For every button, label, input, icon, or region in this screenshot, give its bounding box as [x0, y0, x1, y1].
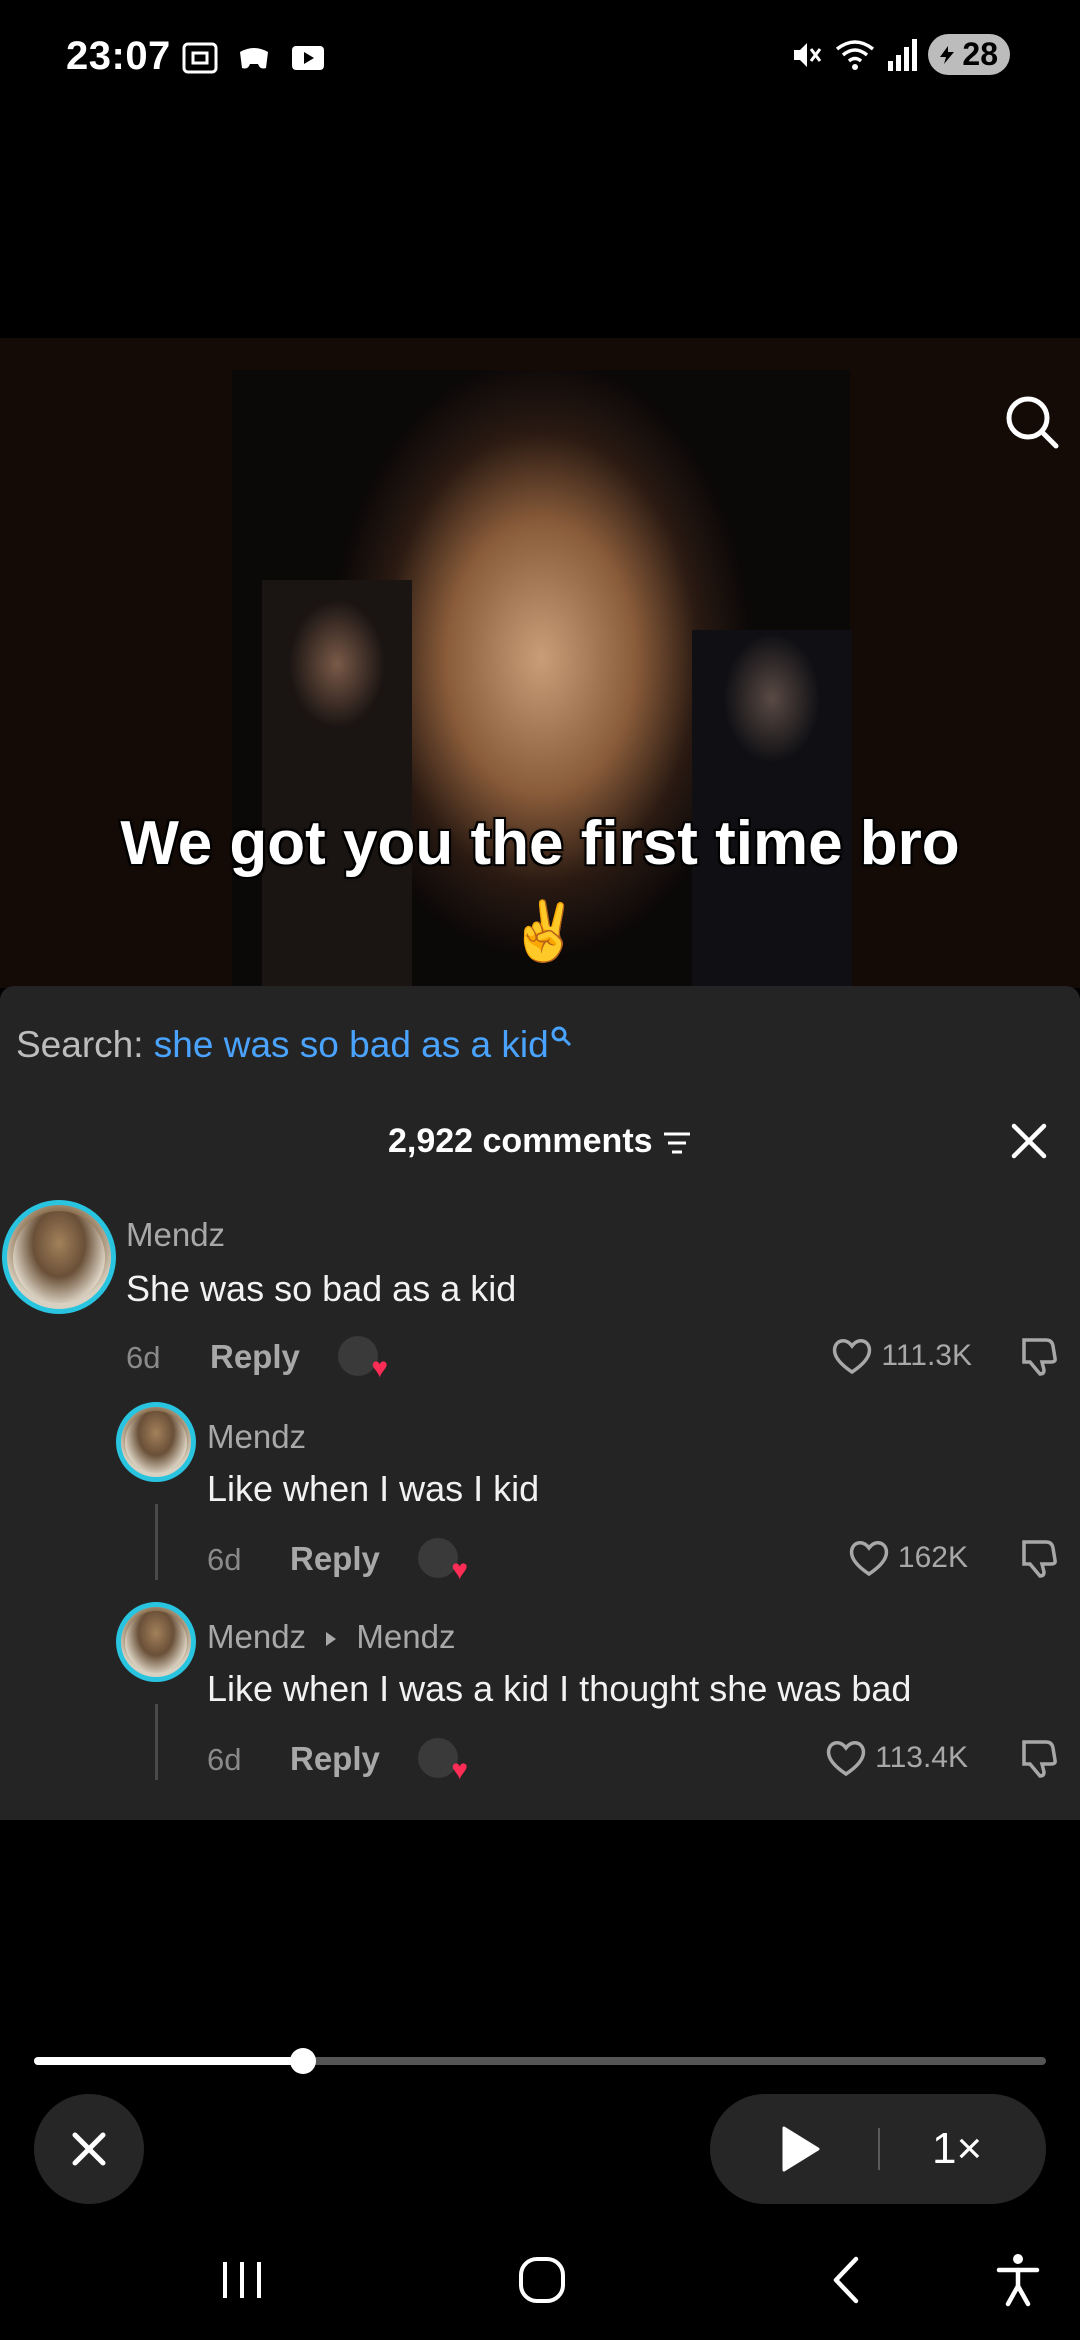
battery-icon: 28: [928, 34, 1010, 75]
mute-icon: [794, 42, 822, 67]
like-button[interactable]: 113.4K: [825, 1738, 968, 1778]
sort-icon[interactable]: [662, 1130, 692, 1156]
status-time: 23:07: [66, 34, 171, 78]
comment-text: Like when I was a kid I thought she was …: [207, 1668, 912, 1709]
reply-button[interactable]: Reply: [290, 1540, 380, 1578]
playback-progress: [34, 2057, 304, 2065]
creator-liked-avatar: [338, 1336, 388, 1384]
recents-icon: [223, 2262, 261, 2298]
video-figure-left: [262, 580, 412, 988]
playback-controls: 1×: [710, 2094, 1046, 2204]
search-icon[interactable]: [1002, 392, 1062, 452]
comment-username[interactable]: Mendz: [126, 1216, 225, 1254]
thread-line: [155, 1504, 158, 1580]
thread-line: [155, 1704, 158, 1780]
signal-icon: [888, 38, 918, 71]
accessibility-icon: [996, 2254, 1040, 2307]
comment-username[interactable]: Mendz: [207, 1618, 306, 1655]
creator-liked-avatar: [418, 1738, 468, 1786]
home-icon: [519, 2257, 565, 2303]
search-small-icon: [551, 1026, 571, 1047]
home-button[interactable]: [502, 2240, 582, 2320]
divider: [878, 2128, 880, 2170]
scrubber-handle[interactable]: [290, 2048, 317, 2074]
reply-item: Mendz Like when I was I kid 6d Reply 162…: [0, 1402, 1080, 1602]
heart-icon: [833, 1339, 872, 1375]
status-bar: 23:07 28: [0, 0, 1080, 120]
reply-button[interactable]: Reply: [290, 1740, 380, 1778]
comment-age: 6d: [207, 1742, 242, 1777]
comment-username[interactable]: Mendz: [207, 1418, 306, 1456]
comments-header[interactable]: 2,922 comments: [0, 1122, 1080, 1161]
dislike-icon[interactable]: [1016, 1536, 1060, 1580]
search-query[interactable]: she was so bad as a kid: [154, 1024, 549, 1065]
avatar[interactable]: [116, 1602, 196, 1682]
like-count: 113.4K: [875, 1741, 968, 1774]
like-count: 162K: [897, 1541, 968, 1574]
screenshot-icon: [182, 42, 218, 74]
wifi-icon: [836, 39, 875, 70]
reply-to-username[interactable]: Mendz: [356, 1618, 455, 1655]
reply-item: Mendz Mendz Like when I was a kid I thou…: [0, 1602, 1080, 1802]
close-icon: [72, 2132, 106, 2166]
playback-scrubber[interactable]: [34, 2048, 1046, 2074]
avatar[interactable]: [2, 1200, 116, 1314]
game-icon: [240, 48, 268, 69]
heart-icon: [826, 1741, 866, 1777]
comment-text: She was so bad as a kid: [126, 1268, 517, 1309]
like-button[interactable]: 162K: [848, 1538, 968, 1578]
status-left-icons: [180, 38, 328, 78]
accessibility-button[interactable]: [978, 2240, 1058, 2320]
like-count: 111.3K: [881, 1339, 972, 1372]
close-comments-icon[interactable]: [1006, 1118, 1052, 1164]
dislike-icon[interactable]: [1016, 1334, 1060, 1378]
like-button[interactable]: 111.3K: [831, 1336, 972, 1376]
playback-speed-button[interactable]: 1×: [932, 2124, 982, 2174]
comment-username-row: Mendz Mendz: [207, 1618, 455, 1656]
avatar[interactable]: [116, 1402, 196, 1482]
caption-emoji: ✌️: [508, 899, 581, 964]
video-caption: We got you the first time bro: [120, 809, 960, 878]
search-suggestion[interactable]: Search: she was so bad as a kid: [16, 1024, 573, 1066]
status-right-icons: 28: [788, 34, 1010, 75]
media-icon: [292, 46, 324, 70]
comment-text: Like when I was I kid: [207, 1468, 540, 1509]
comment-item: Mendz She was so bad as a kid 6d Reply 1…: [0, 1200, 1080, 1400]
reply-button[interactable]: Reply: [210, 1338, 300, 1376]
video-frame: [232, 370, 852, 988]
comment-age: 6d: [207, 1542, 242, 1577]
comment-age: 6d: [126, 1340, 161, 1375]
comments-panel: Search: she was so bad as a kid 2,922 co…: [0, 986, 1080, 1820]
system-nav-bar: [0, 2220, 1080, 2340]
close-player-button[interactable]: [34, 2094, 144, 2204]
heart-icon: [849, 1541, 889, 1577]
recent-apps-button[interactable]: [202, 2240, 282, 2320]
comments-count: 2,922 comments: [387, 1122, 653, 1160]
creator-liked-avatar: [418, 1538, 468, 1586]
battery-level: 28: [962, 36, 998, 72]
reply-arrow-icon: [326, 1632, 337, 1647]
dislike-icon[interactable]: [1016, 1736, 1060, 1780]
back-icon: [833, 2256, 859, 2304]
video-player[interactable]: [0, 338, 1080, 988]
play-icon[interactable]: [774, 2124, 824, 2174]
search-prefix: Search:: [16, 1024, 144, 1065]
back-button[interactable]: [806, 2240, 886, 2320]
